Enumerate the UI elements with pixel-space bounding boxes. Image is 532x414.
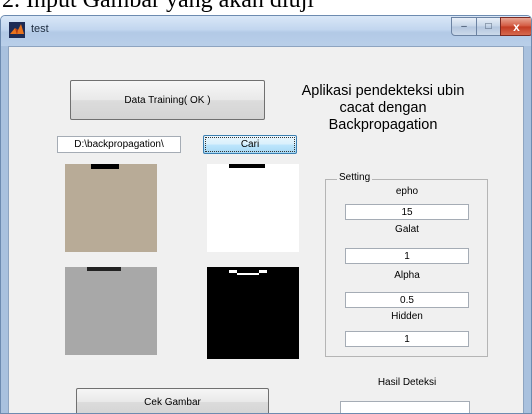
close-button[interactable]: x [500,17,531,36]
defect-mark [229,164,265,168]
epho-label: epho [395,186,419,197]
epho-field[interactable]: 15 [345,204,469,220]
title-bar[interactable]: test – □ x [1,16,531,46]
minimize-button[interactable]: – [451,17,477,36]
defect-mark [87,267,121,271]
cek-gambar-button[interactable]: Cek Gambar [76,388,269,413]
window-title: test [31,23,49,35]
defect-mark [91,164,119,169]
matlab-icon [9,22,25,38]
path-field[interactable]: D:\backpropagation\ [57,136,181,153]
maximize-button[interactable]: □ [476,17,501,36]
galat-label: Galat [395,224,419,235]
binary-image [207,164,299,252]
heading-line-2: cacat dengan [339,100,427,116]
hasil-deteksi-label: Hasil Deteksi [377,377,437,388]
grayscale-image [65,267,157,355]
edge-line [259,270,267,273]
hidden-label: Hidden [391,311,423,322]
edge-line [229,270,237,273]
figure-panel: Data Training( OK ) Aplikasi pendekteksi… [8,46,524,413]
setting-title: Setting [337,172,373,183]
app-heading: Aplikasi pendekteksi ubin cacat dengan B… [283,83,483,134]
hasil-deteksi-field[interactable] [340,401,470,413]
hidden-field[interactable]: 1 [345,331,469,347]
app-window: test – □ x Data Training( OK ) Aplikasi … [0,15,532,414]
cari-button[interactable]: Cari [203,135,297,154]
document-caption: 2. Input Gambar yang akan diuji [2,0,314,13]
alpha-label: Alpha [394,270,420,281]
heading-line-1: Aplikasi pendekteksi ubin [301,83,465,99]
galat-field[interactable]: 1 [345,248,469,264]
heading-line-3: Backpropagation [328,117,438,133]
data-training-button[interactable]: Data Training( OK ) [70,80,265,120]
edge-image [207,267,299,359]
original-image [65,164,157,252]
alpha-field[interactable]: 0.5 [345,292,469,308]
edge-line [237,273,259,275]
